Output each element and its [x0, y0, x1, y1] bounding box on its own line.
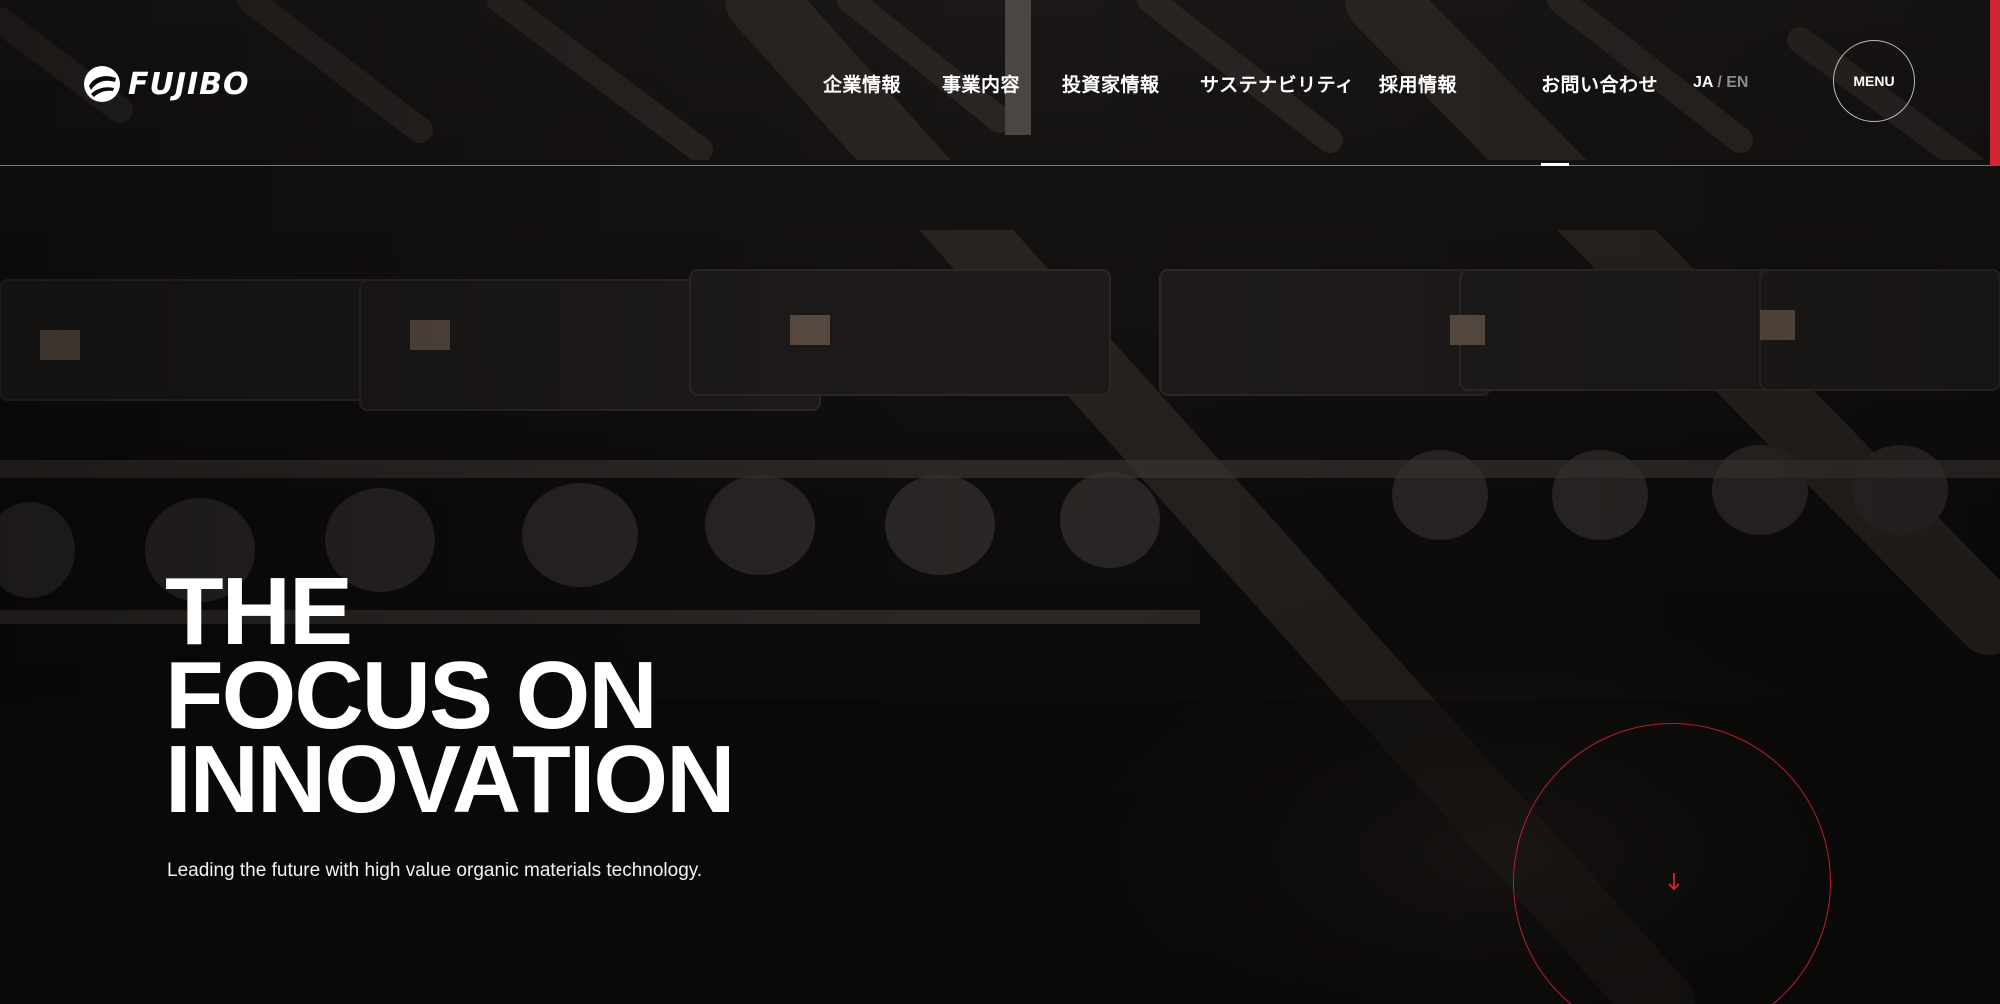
nav-item-recruitment[interactable]: 採用情報 [1379, 70, 1457, 97]
header-divider [0, 165, 1990, 166]
hero-title: THE FOCUS ON INNOVATION [165, 564, 735, 833]
lang-en-link[interactable]: EN [1726, 74, 1748, 91]
brand-logo[interactable]: FUJIBO [82, 64, 250, 104]
nav-item-business[interactable]: 事業内容 [942, 70, 1020, 97]
hero-title-line: INNOVATION [165, 726, 735, 833]
lang-separator: / [1717, 74, 1722, 91]
brand-name: FUJIBO [128, 66, 250, 102]
hero-subtitle: Leading the future with high value organ… [167, 860, 703, 881]
nav-item-company-info[interactable]: 企業情報 [823, 70, 901, 97]
site-header: FUJIBO 企業情報 事業内容 投資家情報 サステナビリティ 採用情報 お問い… [0, 0, 2000, 166]
nav-item-sustainability[interactable]: サステナビリティ [1200, 70, 1354, 97]
lang-ja-link[interactable]: JA [1693, 74, 1713, 91]
page: FUJIBO 企業情報 事業内容 投資家情報 サステナビリティ 採用情報 お問い… [0, 0, 2000, 1004]
nav-item-investor-relations[interactable]: 投資家情報 [1062, 70, 1160, 97]
down-arrow-icon[interactable] [1664, 870, 1684, 894]
nav-item-contact[interactable]: お問い合わせ [1541, 70, 1658, 97]
header-accent-bar [1990, 0, 2000, 166]
language-switcher: JA / EN [1693, 74, 1748, 92]
menu-button[interactable]: MENU [1833, 40, 1915, 122]
fujibo-swirl-logo-icon [84, 66, 120, 102]
